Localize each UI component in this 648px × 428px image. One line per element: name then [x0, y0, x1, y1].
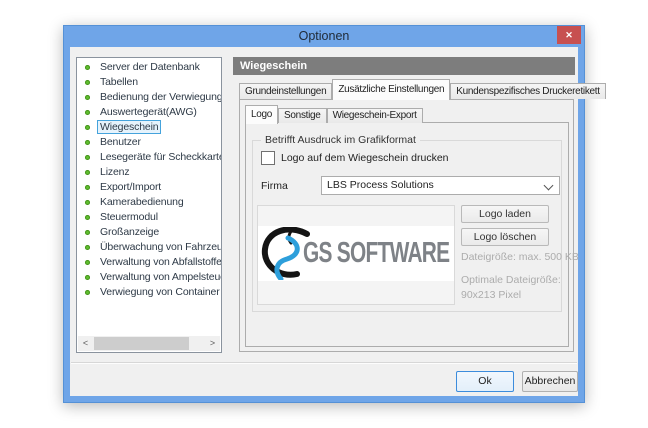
sidebar-item-lizenz[interactable]: Lizenz — [77, 165, 221, 180]
sidebar-item-label: Steuermodul — [97, 210, 161, 224]
sidebar-item-steuermodul[interactable]: Steuermodul — [77, 210, 221, 225]
logo-load-button[interactable]: Logo laden — [461, 205, 549, 223]
sidebar-item-verwaltung-von-abfallstoffen[interactable]: Verwaltung von Abfallstoffen — [77, 255, 221, 270]
logo-image: GS SOFTWARE — [258, 226, 454, 281]
sidebar-item-bedienung-der-verwiegungen[interactable]: Bedienung der Verwiegungen — [77, 90, 221, 105]
bullet-icon — [85, 185, 90, 190]
sidebar-item-lesegeraete-fuer-scheckkarten[interactable]: Lesegeräte für Scheckkarten — [77, 150, 221, 165]
groupbox-title: Betrifft Ausdruck im Grafikformat — [261, 134, 420, 146]
sidebar-item-wiegeschein[interactable]: Wiegeschein — [77, 120, 221, 135]
sidebar-item-label: Auswertegerät(AWG) — [97, 105, 200, 119]
bullet-icon — [85, 65, 90, 70]
sidebar-item-ueberwachung-von-fahrzeugaufstellung[interactable]: Überwachung von Fahrzeugaufstellur — [77, 240, 221, 255]
sidebar-item-export-import[interactable]: Export/Import — [77, 180, 221, 195]
tab-wiegeschein-export[interactable]: Wiegeschein-Export — [327, 108, 423, 123]
sidebar-item-label: Verwiegung von Container — [97, 285, 222, 299]
cancel-button[interactable]: Abbrechen — [522, 371, 578, 392]
sidebar-item-server-der-datenbank[interactable]: Server der Datenbank — [77, 60, 221, 75]
bullet-icon — [85, 290, 90, 295]
sidebar-item-label: Großanzeige — [97, 225, 162, 239]
sidebar-item-auswertegeraet-awg[interactable]: Auswertegerät(AWG) — [77, 105, 221, 120]
checkbox-unchecked-icon[interactable] — [261, 151, 275, 165]
bullet-icon — [85, 260, 90, 265]
panel-header-label: Wiegeschein — [240, 60, 307, 72]
category-listbox: Server der Datenbank Tabellen Bedienung … — [76, 57, 222, 353]
print-logo-checkbox-row[interactable]: Logo auf dem Wiegeschein drucken — [261, 151, 449, 165]
horizontal-scrollbar[interactable]: < > — [78, 336, 220, 351]
tab-logo[interactable]: Logo — [245, 105, 278, 124]
bullet-icon — [85, 170, 90, 175]
tab-grundeinstellungen[interactable]: Grundeinstellungen — [239, 83, 332, 99]
bullet-icon — [85, 80, 90, 85]
sidebar-item-label: Lesegeräte für Scheckkarten — [97, 150, 222, 164]
window-title: Optionen — [64, 26, 584, 47]
options-dialog: Optionen ✕ Server der Datenbank Tabellen… — [63, 25, 585, 403]
bullet-icon — [85, 95, 90, 100]
grafikformat-groupbox: Betrifft Ausdruck im Grafikformat Logo a… — [252, 140, 562, 312]
tab-kundenspezifisches-druckeretikett[interactable]: Kundenspezifisches Druckeretikett — [450, 83, 606, 99]
sidebar-item-label: Lizenz — [97, 165, 132, 179]
footer-separator — [71, 362, 577, 364]
bullet-icon — [85, 140, 90, 145]
bullet-icon — [85, 200, 90, 205]
ok-button[interactable]: Ok — [456, 371, 514, 392]
bullet-icon — [85, 275, 90, 280]
filesize-hint: Dateigröße: max. 500 KB — [461, 251, 579, 263]
outer-tab-strip: Grundeinstellungen Zusätzliche Einstellu… — [239, 78, 606, 99]
sidebar-item-label: Kamerabedienung — [97, 195, 187, 209]
sidebar-item-label: Tabellen — [97, 75, 141, 89]
sidebar-item-tabellen[interactable]: Tabellen — [77, 75, 221, 90]
tab-zusaetzliche-einstellungen[interactable]: Zusätzliche Einstellungen — [332, 79, 450, 100]
logo-wordmark: GS SOFTWARE — [303, 237, 449, 270]
bullet-icon — [85, 110, 90, 115]
sidebar-item-label: Benutzer — [97, 135, 144, 149]
inner-tab-strip: Logo Sonstige Wiegeschein-Export — [245, 104, 423, 123]
bullet-icon — [85, 215, 90, 220]
sidebar-item-verwiegung-von-container[interactable]: Verwiegung von Container — [77, 285, 221, 300]
logo-tab-panel: Betrifft Ausdruck im Grafikformat Logo a… — [245, 122, 569, 347]
bullet-icon — [85, 230, 90, 235]
panel-header: Wiegeschein — [233, 57, 575, 75]
optimal-size-hint-label: Optimale Dateigröße: — [461, 274, 561, 286]
titlebar[interactable]: Optionen ✕ — [64, 26, 584, 47]
bullet-icon — [85, 155, 90, 160]
close-icon: ✕ — [565, 30, 573, 40]
sidebar-item-label: Bedienung der Verwiegungen — [97, 90, 222, 104]
sidebar-item-label: Überwachung von Fahrzeugaufstellur — [97, 240, 222, 254]
sidebar-item-label: Wiegeschein — [97, 120, 161, 134]
sidebar-item-label: Verwaltung von Abfallstoffen — [97, 255, 222, 269]
logo-delete-button[interactable]: Logo löschen — [461, 228, 549, 246]
sidebar-item-benutzer[interactable]: Benutzer — [77, 135, 221, 150]
firma-label: Firma — [261, 180, 288, 192]
firma-combobox[interactable]: LBS Process Solutions — [321, 176, 560, 195]
sidebar-item-grossanzeige[interactable]: Großanzeige — [77, 225, 221, 240]
scroll-right-icon[interactable]: > — [205, 336, 220, 351]
sidebar-item-label: Export/Import — [97, 180, 164, 194]
firma-combobox-value: LBS Process Solutions — [327, 179, 434, 191]
close-button[interactable]: ✕ — [557, 26, 581, 44]
sidebar-item-kamerabedienung[interactable]: Kamerabedienung — [77, 195, 221, 210]
chevron-down-icon — [544, 181, 554, 191]
bullet-icon — [85, 245, 90, 250]
bullet-icon — [85, 125, 90, 130]
scroll-left-icon[interactable]: < — [78, 336, 93, 351]
checkbox-label: Logo auf dem Wiegeschein drucken — [281, 152, 449, 164]
outer-tab-panel: Logo Sonstige Wiegeschein-Export Betriff… — [239, 99, 574, 352]
scrollbar-thumb[interactable] — [94, 337, 189, 350]
logo-preview-box: GS SOFTWARE — [257, 205, 455, 305]
sidebar-item-label: Verwaltung von Ampelsteuerung — [97, 270, 222, 284]
dialog-body: Server der Datenbank Tabellen Bedienung … — [70, 47, 578, 396]
tab-sonstige[interactable]: Sonstige — [278, 108, 327, 123]
sidebar-item-label: Server der Datenbank — [97, 60, 203, 74]
sidebar-item-verwaltung-von-ampelsteuerung[interactable]: Verwaltung von Ampelsteuerung — [77, 270, 221, 285]
optimal-size-hint-value: 90x213 Pixel — [461, 289, 521, 301]
